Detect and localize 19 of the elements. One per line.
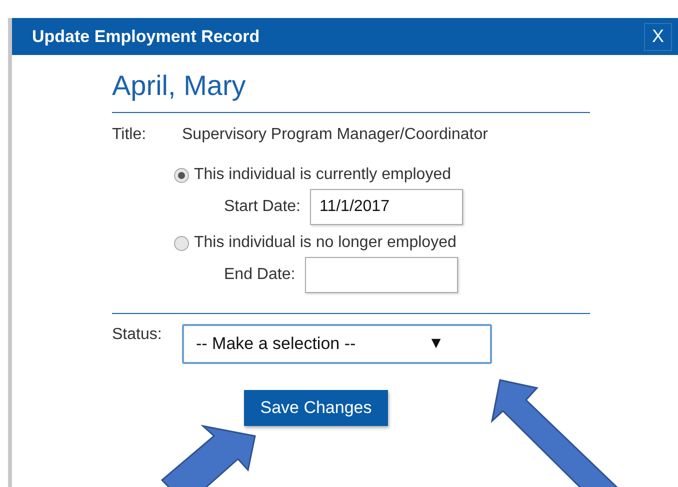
title-value: Supervisory Program Manager/Coordinator [182,125,488,145]
option-label: This individual is currently employed [194,165,451,185]
date-label: Start Date: [224,197,300,217]
status-dropdown[interactable]: -- Make a selection -- ▼ [182,324,492,364]
close-button[interactable]: X [644,22,672,50]
radio-button[interactable] [174,236,189,250]
radio-option[interactable]: This individual is currently employed [174,163,590,187]
person-name: April, Mary [112,69,247,103]
dialog-title: Update Employment Record [32,26,260,48]
field-label: Title: [112,125,148,145]
date-field[interactable] [305,257,458,293]
date-field[interactable]: 11/1/2017 [310,189,464,225]
field-label: Status: [112,325,163,345]
save-button[interactable]: Save Changes [244,390,388,426]
radio-button[interactable] [174,168,189,182]
radio-option[interactable]: This individual is no longer employed [174,231,590,255]
caret-icon: ▼ [428,332,444,356]
option-label: This individual is no longer employed [194,233,456,253]
date-label: End Date: [224,265,296,285]
